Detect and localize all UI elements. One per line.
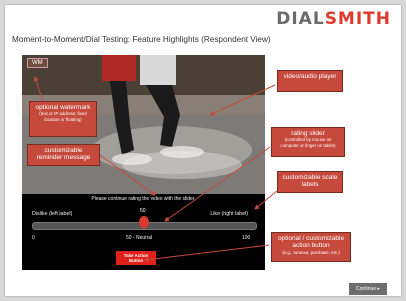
continue-button[interactable]: Continue ▸ bbox=[349, 283, 387, 295]
callout-rating-slider-title: rating slider bbox=[291, 130, 325, 137]
callout-watermark-sub: (text or IP address; fixed location or f… bbox=[39, 111, 87, 122]
callout-watermark: optional watermark (text or IP address; … bbox=[29, 101, 97, 137]
callout-watermark-title: optional watermark bbox=[35, 104, 91, 111]
callout-action-button-title: optional / customizable action button bbox=[277, 235, 345, 250]
callout-rating-slider: rating slider (controlled by mouse on co… bbox=[271, 127, 345, 157]
callout-action-button-sub: (e.g., tuneout, purchase, etc.) bbox=[282, 249, 340, 255]
callout-action-button: optional / customizable action button (e… bbox=[271, 232, 351, 262]
callout-video-player: video/audio player bbox=[277, 70, 343, 92]
callout-rating-slider-sub: (controlled by mouse on computer or fing… bbox=[280, 137, 336, 148]
slide-page: DIALSMITH Moment-to-Moment/Dial Testing:… bbox=[5, 5, 401, 296]
callout-scale-labels: customizable scale labels bbox=[277, 171, 343, 193]
callout-reminder: customizable reminder message bbox=[27, 144, 100, 166]
